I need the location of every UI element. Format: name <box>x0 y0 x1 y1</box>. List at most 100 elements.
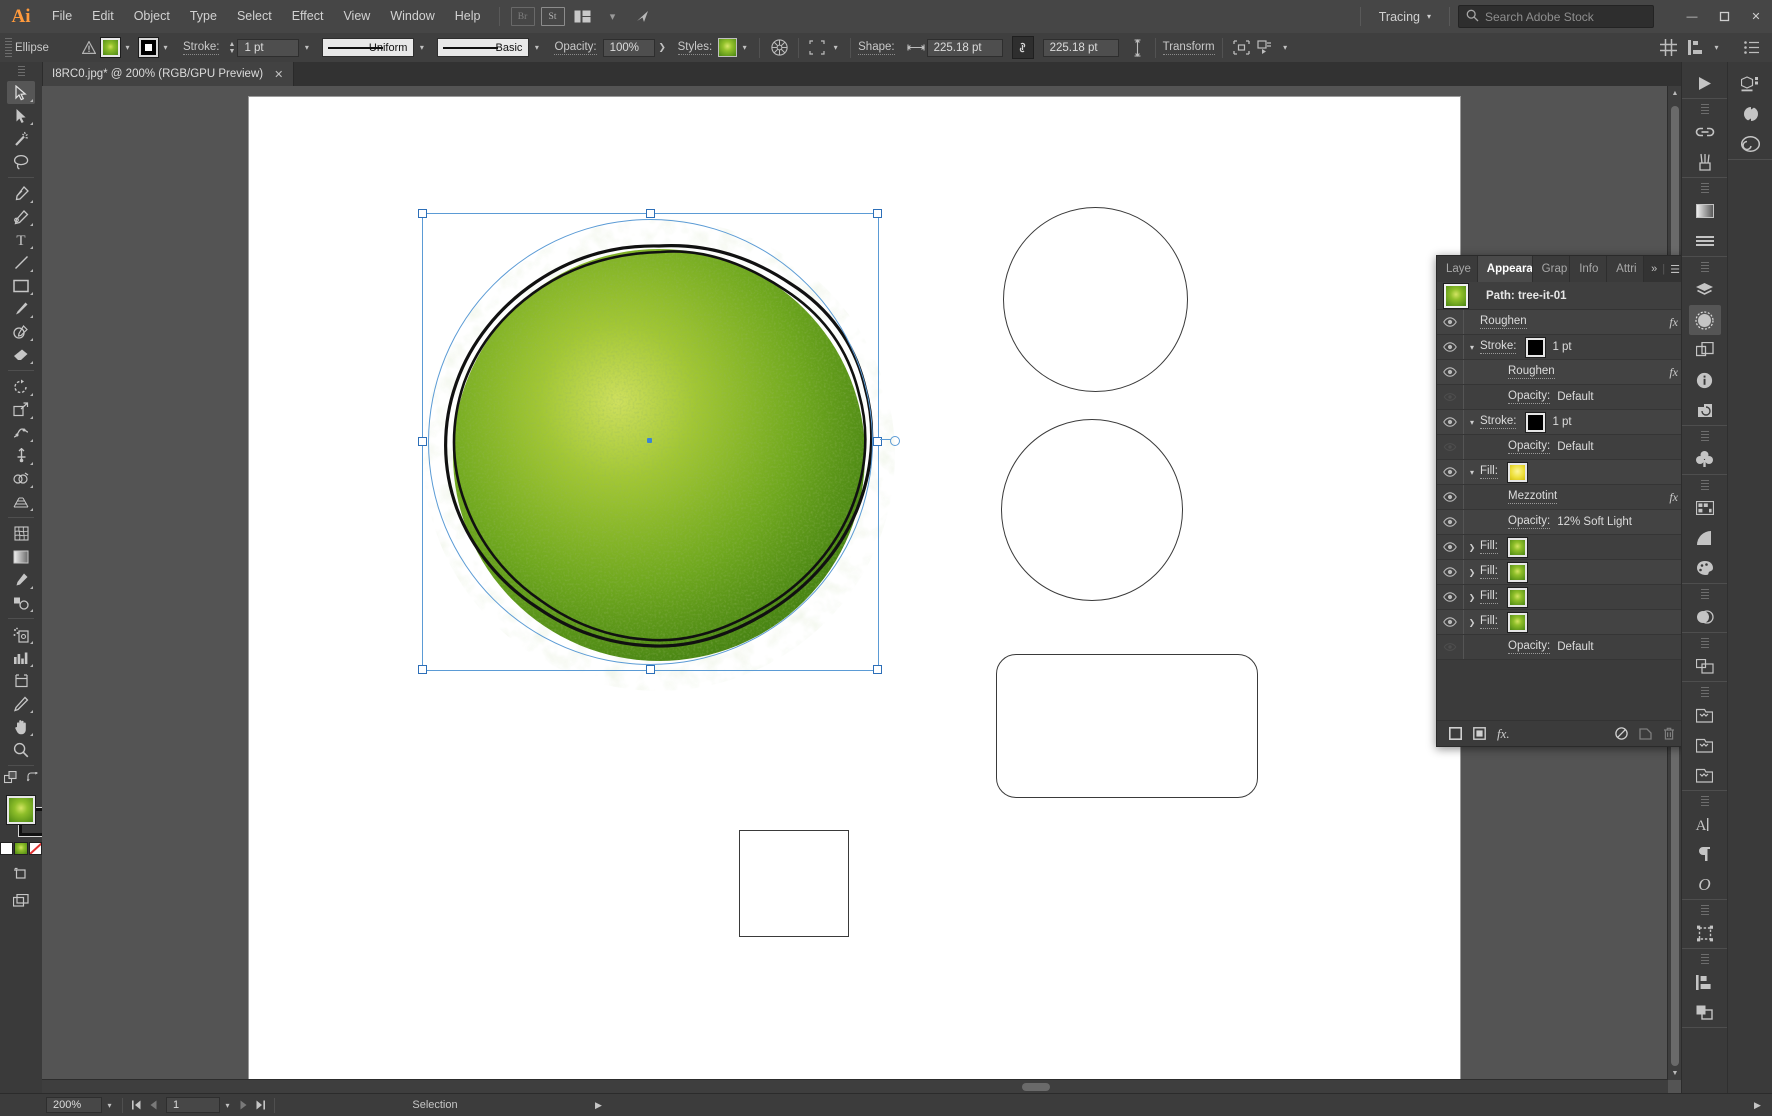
appearance-row-label[interactable]: Fill: <box>1480 615 1498 629</box>
menu-view[interactable]: View <box>333 0 380 33</box>
rotate-tool[interactable] <box>7 375 35 398</box>
arrange-chevron-down-icon[interactable]: ▾ <box>600 6 626 28</box>
dock-group-grip-2[interactable] <box>1700 183 1709 194</box>
pathfinder-icon[interactable] <box>1689 335 1721 365</box>
symbols-icon[interactable] <box>1689 444 1721 474</box>
graphic-style-swatch[interactable] <box>718 38 738 57</box>
stroke-profile-select[interactable]: Uniform <box>322 38 415 57</box>
dock-group-grip-7[interactable] <box>1700 638 1709 649</box>
document-info-icon[interactable] <box>1689 760 1721 790</box>
glyphs-icon[interactable]: O <box>1689 869 1721 899</box>
artboard-tool[interactable] <box>7 669 35 692</box>
visibility-eye-icon[interactable] <box>1437 317 1463 327</box>
brush-definition-select[interactable]: Basic <box>437 38 530 57</box>
first-artboard-button[interactable] <box>128 1095 145 1115</box>
appearance-row[interactable]: ❯ Fill: <box>1437 535 1687 560</box>
tools-panel-grip[interactable] <box>17 66 25 78</box>
menu-edit[interactable]: Edit <box>82 0 124 33</box>
document-tab[interactable]: I8RC0.jpg* @ 200% (RGB/GPU Preview) ✕ <box>42 62 295 86</box>
chevron-down-icon[interactable]: ▾ <box>1464 468 1480 477</box>
control-bar-grip[interactable] <box>5 37 12 58</box>
appearance-row-value[interactable]: 1 pt <box>1552 341 1571 353</box>
last-artboard-button[interactable] <box>252 1095 269 1115</box>
arrange-objects-icon[interactable] <box>1254 40 1278 55</box>
horizontal-scroll-thumb[interactable] <box>1022 1083 1050 1091</box>
align-icon[interactable] <box>1230 40 1254 55</box>
hand-tool[interactable] <box>7 715 35 738</box>
scale-tool[interactable] <box>7 398 35 421</box>
add-new-stroke-icon[interactable] <box>1449 727 1462 740</box>
artboard-number-input[interactable]: 1 <box>166 1097 220 1113</box>
resize-handle-tr[interactable] <box>873 209 882 218</box>
align-panel-icon[interactable] <box>1683 40 1709 55</box>
none-mode-icon[interactable] <box>28 842 42 855</box>
info-icon[interactable] <box>1689 365 1721 395</box>
appearance-row[interactable]: Mezzotint fx <box>1437 485 1687 510</box>
visibility-eye-icon[interactable] <box>1437 542 1463 552</box>
appearance-color-swatch[interactable] <box>1525 336 1547 358</box>
dock-group-grip-4[interactable] <box>1700 431 1709 442</box>
mesh-tool[interactable] <box>7 522 35 545</box>
pathfinder-shapes-icon[interactable] <box>1689 997 1721 1027</box>
zoom-level-input[interactable]: 200% <box>46 1097 102 1113</box>
blend-tool[interactable] <box>7 591 35 614</box>
stroke-weight-input[interactable]: 1 pt <box>237 38 300 57</box>
circle-middle[interactable] <box>1001 419 1183 601</box>
menu-type[interactable]: Type <box>180 0 227 33</box>
next-artboard-button[interactable] <box>235 1095 252 1115</box>
stroke-panel-icon[interactable] <box>1689 226 1721 256</box>
appearance-attribute-list[interactable]: Roughen fx ▾ Stroke: 1 pt Roughen fx Opacity: De… <box>1437 310 1687 684</box>
rounded-rectangle[interactable] <box>996 654 1258 798</box>
dock-group-grip-3[interactable] <box>1700 262 1709 273</box>
chevron-right-icon[interactable]: ❯ <box>1464 543 1480 552</box>
visibility-eye-icon[interactable] <box>1437 617 1463 627</box>
appearance-row[interactable]: Opacity: 12% Soft Light <box>1437 510 1687 535</box>
swap-fill-stroke-icon[interactable] <box>25 770 39 787</box>
chevron-right-icon[interactable]: ❯ <box>1464 568 1480 577</box>
stroke-profile-chevron-down-icon[interactable]: ▾ <box>414 38 429 57</box>
appearance-row-value[interactable]: Default <box>1557 391 1593 403</box>
libraries-play-icon[interactable] <box>1689 68 1721 98</box>
image-trace-icon[interactable] <box>1689 918 1721 948</box>
appearance-row-label[interactable]: Mezzotint <box>1508 490 1558 504</box>
opacity-input[interactable]: 100% <box>602 38 655 57</box>
appearance-row[interactable]: ❯ Fill: <box>1437 610 1687 635</box>
lasso-tool[interactable] <box>7 150 35 173</box>
resize-handle-bl[interactable] <box>418 665 427 674</box>
tab-info[interactable]: Info <box>1570 256 1608 282</box>
resize-handle-tc[interactable] <box>646 209 655 218</box>
asset-export-icon[interactable] <box>1689 730 1721 760</box>
styles-chevron-down-icon[interactable]: ▾ <box>737 38 752 57</box>
chevron-down-icon[interactable]: ▾ <box>1464 343 1480 352</box>
gradient-icon[interactable] <box>1689 196 1721 226</box>
select-similar-chevron-down-icon[interactable]: ▾ <box>828 38 843 57</box>
gradient-mode-icon[interactable] <box>14 842 28 855</box>
visibility-eye-icon[interactable] <box>1437 467 1463 477</box>
align-panel-icon[interactable] <box>1689 651 1721 681</box>
arrange-chevron-icon[interactable]: ▾ <box>1278 38 1293 57</box>
horizontal-scrollbar[interactable] <box>42 1079 1668 1094</box>
close-button[interactable]: ✕ <box>1740 0 1772 33</box>
zoom-chevron-down-icon[interactable]: ▾ <box>102 1096 117 1115</box>
appearance-row-label[interactable]: Fill: <box>1480 465 1498 479</box>
symbol-sprayer-tool[interactable] <box>7 623 35 646</box>
status-right-expand-icon[interactable]: ▶ <box>1749 1095 1766 1115</box>
appearance-row[interactable]: ▾ Stroke: 1 pt <box>1437 335 1687 360</box>
add-effect-icon[interactable]: fx. <box>1497 726 1510 742</box>
workspace-switcher[interactable]: Tracing ▾ <box>1369 10 1441 24</box>
paintbrush-tool[interactable] <box>7 297 35 320</box>
chevron-right-icon[interactable]: ❯ <box>1464 593 1480 602</box>
appearance-row-value[interactable]: Default <box>1557 641 1593 653</box>
free-transform-tool[interactable] <box>7 444 35 467</box>
appearance-row-label[interactable]: Roughen <box>1480 315 1527 329</box>
duplicate-item-icon[interactable] <box>1639 727 1652 740</box>
dock-group-grip-9[interactable] <box>1700 796 1709 807</box>
circle-top[interactable] <box>1003 207 1188 392</box>
artboard-chevron-down-icon[interactable]: ▾ <box>220 1096 235 1115</box>
appearance-row-label[interactable]: Fill: <box>1480 540 1498 554</box>
creative-cloud-icon[interactable] <box>1735 129 1767 159</box>
previous-artboard-button[interactable] <box>145 1095 162 1115</box>
shape-width-input[interactable]: 225.18 pt <box>926 38 1003 57</box>
stroke-color-swatch[interactable] <box>138 37 159 58</box>
appearance-row-label[interactable]: Stroke: <box>1480 340 1517 354</box>
